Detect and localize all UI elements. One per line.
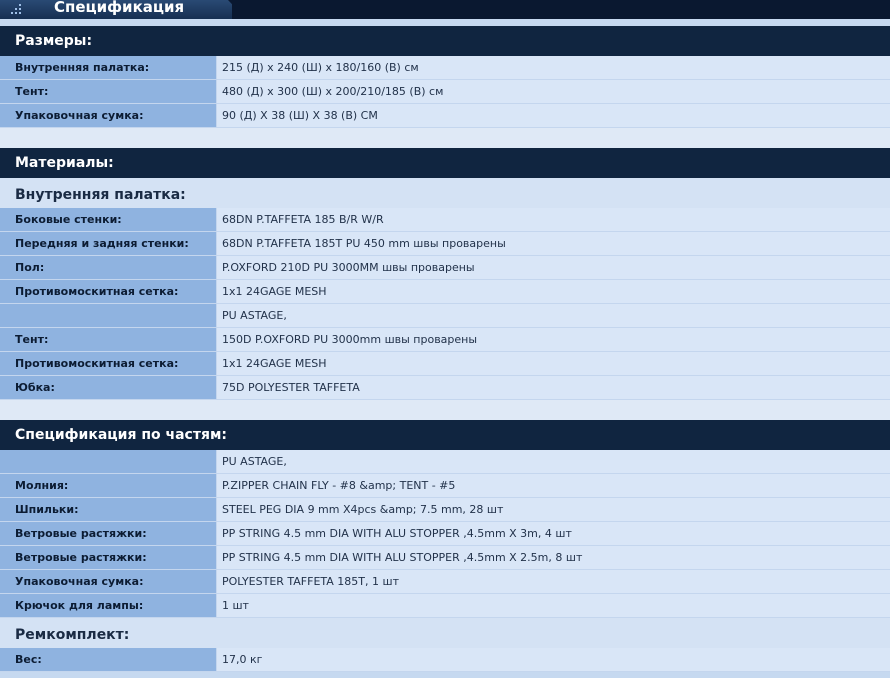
spec-row: Крючок для лампы: 1 шт xyxy=(0,594,890,618)
spec-value: 17,0 кг xyxy=(217,648,890,671)
spec-label: Боковые стенки: xyxy=(0,208,217,231)
spec-row: Противомоскитная сетка: 1x1 24GAGE MESH xyxy=(0,280,890,304)
spec-value: 1x1 24GAGE MESH xyxy=(217,352,890,375)
spec-row: Внутренняя палатка: 215 (Д) x 240 (Ш) x 1… xyxy=(0,56,890,80)
spec-value: 1 шт xyxy=(217,594,890,617)
spec-label: Упаковочная сумка: xyxy=(0,570,217,593)
spec-row: Пол: P.OXFORD 210D PU 3000MM швы проварен… xyxy=(0,256,890,280)
spec-label: Ветровые растяжки: xyxy=(0,522,217,545)
spec-value: 480 (Д) x 300 (Ш) x 200/210/185 (В) см xyxy=(217,80,890,103)
section-gap xyxy=(0,400,890,420)
spec-row: Вес: 17,0 кг xyxy=(0,648,890,672)
spec-row: Упаковочная сумка: 90 (Д) X 38 (Ш) X 38 (… xyxy=(0,104,890,128)
spec-row: Молния: P.ZIPPER CHAIN FLY - #8 &amp; TEN… xyxy=(0,474,890,498)
spec-value: 215 (Д) x 240 (Ш) x 180/160 (В) см xyxy=(217,56,890,79)
spec-row: Передняя и задняя стенки: 68DN P.TAFFETA … xyxy=(0,232,890,256)
spec-row: Упаковочная сумка: POLYESTER TAFFETA 185T… xyxy=(0,570,890,594)
spec-label: Молния: xyxy=(0,474,217,497)
spec-value: 90 (Д) X 38 (Ш) X 38 (В) СМ xyxy=(217,104,890,127)
spec-value: 68DN P.TAFFETA 185T PU 450 mm швы провар… xyxy=(217,232,890,255)
spec-label: Передняя и задняя стенки: xyxy=(0,232,217,255)
spec-label: Упаковочная сумка: xyxy=(0,104,217,127)
section-header-materials: Материалы: xyxy=(0,148,890,178)
spec-value: P.OXFORD 210D PU 3000MM швы проварены xyxy=(217,256,890,279)
spec-row: PU ASTAGE, xyxy=(0,304,890,328)
spec-label: Крючок для лампы: xyxy=(0,594,217,617)
spec-row: Шпильки: STEEL PEG DIA 9 mm X4pcs &amp; 7… xyxy=(0,498,890,522)
spec-label: Противомоскитная сетка: xyxy=(0,280,217,303)
spec-value: STEEL PEG DIA 9 mm X4pcs &amp; 7.5 mm, 2… xyxy=(217,498,890,521)
spec-value: PP STRING 4.5 mm DIA WITH ALU STOPPER ,4… xyxy=(217,522,890,545)
spec-row: Ветровые растяжки: PP STRING 4.5 mm DIA W… xyxy=(0,522,890,546)
spec-value: 150D P.OXFORD PU 3000mm швы проварены xyxy=(217,328,890,351)
section-header-parts: Спецификация по частям: xyxy=(0,420,890,450)
page-title: Спецификация xyxy=(54,0,185,16)
spec-label xyxy=(0,450,217,473)
spec-label xyxy=(0,304,217,327)
subheading-inner-tent: Внутренняя палатка: xyxy=(0,178,890,208)
spec-label: Вес: xyxy=(0,648,217,671)
spec-label: Внутренняя палатка: xyxy=(0,56,217,79)
spec-label: Противомоскитная сетка: xyxy=(0,352,217,375)
spec-label: Юбка: xyxy=(0,376,217,399)
spec-row: Ветровые растяжки: PP STRING 4.5 mm DIA W… xyxy=(0,546,890,570)
spec-value: 75D POLYESTER TAFFETA xyxy=(217,376,890,399)
spec-row: Тент: 150D P.OXFORD PU 3000mm швы проваре… xyxy=(0,328,890,352)
spec-value: 1x1 24GAGE MESH xyxy=(217,280,890,303)
spec-label: Пол: xyxy=(0,256,217,279)
spec-value: PP STRING 4.5 mm DIA WITH ALU STOPPER ,4… xyxy=(217,546,890,569)
spec-header-bar: Спецификация xyxy=(0,0,890,19)
spec-row: Противомоскитная сетка: 1x1 24GAGE MESH xyxy=(0,352,890,376)
spec-value: 68DN P.TAFFETA 185 B/R W/R xyxy=(217,208,890,231)
spec-value: PU ASTAGE, xyxy=(217,450,890,473)
spec-row: Тент: 480 (Д) x 300 (Ш) x 200/210/185 (В)… xyxy=(0,80,890,104)
grid-dots-icon xyxy=(9,4,23,16)
spec-label: Тент: xyxy=(0,328,217,351)
spec-label: Шпильки: xyxy=(0,498,217,521)
spec-label: Тент: xyxy=(0,80,217,103)
spec-row: Боковые стенки: 68DN P.TAFFETA 185 B/R W/… xyxy=(0,208,890,232)
spec-row: PU ASTAGE, xyxy=(0,450,890,474)
spec-row: Юбка: 75D POLYESTER TAFFETA xyxy=(0,376,890,400)
section-gap xyxy=(0,128,890,148)
spec-value: P.ZIPPER CHAIN FLY - #8 &amp; TENT - #5 xyxy=(217,474,890,497)
section-header-sizes: Размеры: xyxy=(0,26,890,56)
subheading-repair-kit: Ремкомплект: xyxy=(0,618,890,648)
spec-value: POLYESTER TAFFETA 185T, 1 шт xyxy=(217,570,890,593)
spec-value: PU ASTAGE, xyxy=(217,304,890,327)
spec-label: Ветровые растяжки: xyxy=(0,546,217,569)
